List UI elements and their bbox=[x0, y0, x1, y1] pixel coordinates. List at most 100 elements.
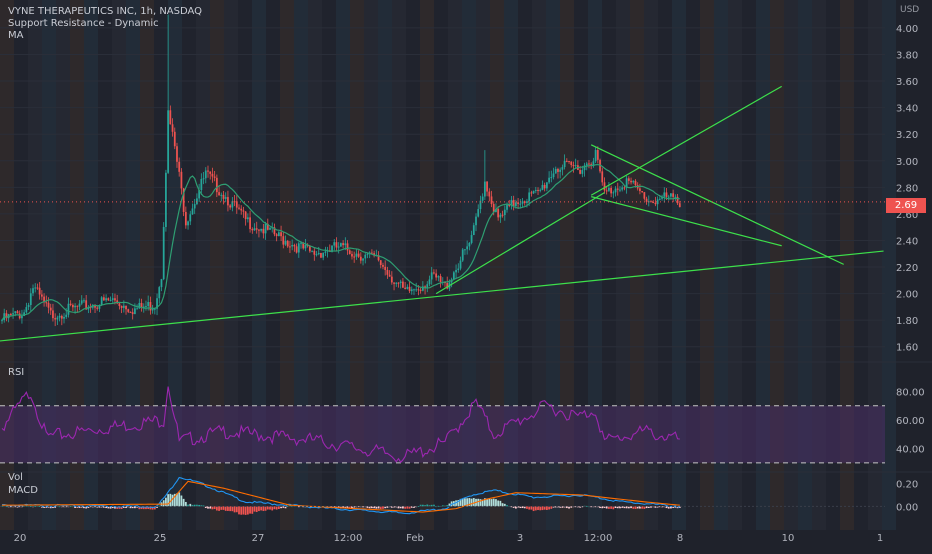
candle-body bbox=[384, 266, 387, 271]
candle-body bbox=[616, 188, 619, 190]
candle-body bbox=[546, 182, 548, 189]
candle-body bbox=[557, 168, 559, 172]
macd-histogram-bar bbox=[590, 506, 593, 508]
time-axis-tick: 25 bbox=[154, 533, 167, 544]
candle-body bbox=[395, 282, 398, 284]
candle-body bbox=[561, 167, 564, 170]
candle-body bbox=[125, 305, 127, 310]
candle-body bbox=[63, 316, 65, 319]
macd-histogram-bar bbox=[546, 506, 548, 511]
macd-pane-label[interactable]: MACD bbox=[8, 485, 38, 496]
candle-body bbox=[585, 163, 588, 166]
candle-body bbox=[269, 227, 271, 230]
time-axis-tick: 10 bbox=[782, 533, 795, 544]
candle-body bbox=[162, 226, 165, 280]
macd-histogram-bar bbox=[162, 500, 165, 507]
candle-body bbox=[222, 194, 225, 199]
price-axis-tick: 4.00 bbox=[896, 24, 918, 35]
chart-canvas[interactable]: 4.003.803.603.403.203.002.802.602.402.20… bbox=[0, 0, 932, 550]
macd-histogram-bar bbox=[215, 506, 218, 511]
indicator-support-resistance[interactable]: Support Resistance - Dynamic bbox=[8, 18, 202, 30]
macd-histogram-bar bbox=[402, 506, 404, 509]
candle-body bbox=[428, 279, 431, 285]
candle-body bbox=[417, 289, 420, 291]
macd-histogram-bar bbox=[537, 506, 539, 511]
candle-body bbox=[34, 287, 37, 289]
candle-body bbox=[359, 256, 362, 261]
candle-body bbox=[189, 214, 192, 222]
time-axis-tick: 27 bbox=[252, 533, 265, 544]
macd-histogram-bar bbox=[539, 506, 542, 511]
candle-body bbox=[559, 169, 562, 172]
candle-body bbox=[244, 211, 247, 220]
candle-body bbox=[151, 308, 154, 311]
candle-body bbox=[621, 187, 624, 190]
candle-body bbox=[193, 204, 196, 209]
price-axis-tick: 3.60 bbox=[896, 77, 918, 88]
candle-body bbox=[362, 258, 364, 261]
macd-histogram-bar bbox=[178, 492, 181, 507]
candle-body bbox=[353, 256, 356, 258]
candle-body bbox=[539, 189, 542, 191]
candle-body bbox=[554, 168, 557, 174]
candle-body bbox=[211, 173, 214, 177]
macd-histogram-bar bbox=[165, 497, 167, 507]
candle-body bbox=[165, 172, 167, 227]
candle-body bbox=[295, 246, 298, 253]
candle-body bbox=[634, 180, 637, 186]
candle-body bbox=[550, 177, 553, 179]
candle-body bbox=[665, 192, 668, 197]
macd-histogram-bar bbox=[253, 506, 256, 512]
macd-histogram-bar bbox=[198, 504, 201, 507]
candle-body bbox=[69, 303, 72, 305]
candle-body bbox=[488, 191, 491, 197]
candle-body bbox=[499, 214, 502, 218]
rsi-pane-label[interactable]: RSI bbox=[8, 367, 24, 378]
candle-body bbox=[83, 300, 85, 302]
candle-body bbox=[9, 314, 12, 316]
candle-body bbox=[191, 208, 194, 215]
candle-body bbox=[641, 191, 644, 193]
symbol-title[interactable]: VYNE THERAPEUTICS INC, 1h, NASDAQ bbox=[8, 6, 202, 18]
candle-body bbox=[466, 246, 469, 250]
candle-body bbox=[528, 192, 531, 202]
candle-body bbox=[461, 249, 464, 261]
candle-body bbox=[207, 170, 209, 172]
candle-body bbox=[233, 201, 236, 203]
candle-body bbox=[167, 110, 170, 173]
candle-body bbox=[80, 300, 83, 304]
candle-body bbox=[472, 225, 475, 236]
candle-body bbox=[149, 302, 152, 311]
rsi-axis-tick: 40.00 bbox=[896, 445, 925, 456]
macd-histogram-bar bbox=[610, 506, 613, 509]
indicator-ma[interactable]: MA bbox=[8, 30, 202, 42]
candle-body bbox=[390, 276, 393, 283]
macd-histogram-bar bbox=[260, 506, 263, 511]
macd-histogram-bar bbox=[238, 506, 240, 515]
chart-stage[interactable]: 4.00 3.80 3.60 3.40 3.20 3.00 2.80 2.60 2.40 2.20… bbox=[0, 0, 932, 550]
candle-body bbox=[313, 250, 316, 255]
candle-body bbox=[568, 160, 570, 162]
candle-body bbox=[260, 228, 263, 231]
candle-body bbox=[614, 188, 617, 193]
candle-body bbox=[134, 308, 136, 315]
macd-histogram-bar bbox=[441, 505, 444, 507]
time-axis-tick: 8 bbox=[677, 533, 683, 544]
candle-body bbox=[169, 110, 172, 125]
candle-body bbox=[293, 245, 296, 247]
candle-body bbox=[176, 146, 178, 162]
macd-histogram-bar bbox=[506, 505, 508, 507]
candle-body bbox=[218, 192, 220, 196]
macd-histogram-bar bbox=[470, 498, 473, 507]
candle-body bbox=[650, 201, 652, 203]
candle-body bbox=[282, 236, 285, 245]
candle-body bbox=[118, 303, 121, 306]
candle-body bbox=[658, 198, 661, 200]
candle-body bbox=[548, 177, 550, 183]
candle-body bbox=[433, 272, 435, 274]
macd-histogram-bar bbox=[246, 506, 249, 515]
candle-body bbox=[475, 216, 477, 226]
volume-pane-label[interactable]: Vol bbox=[8, 472, 23, 483]
price-axis-tick: 2.20 bbox=[896, 263, 918, 274]
candle-body bbox=[275, 234, 278, 237]
